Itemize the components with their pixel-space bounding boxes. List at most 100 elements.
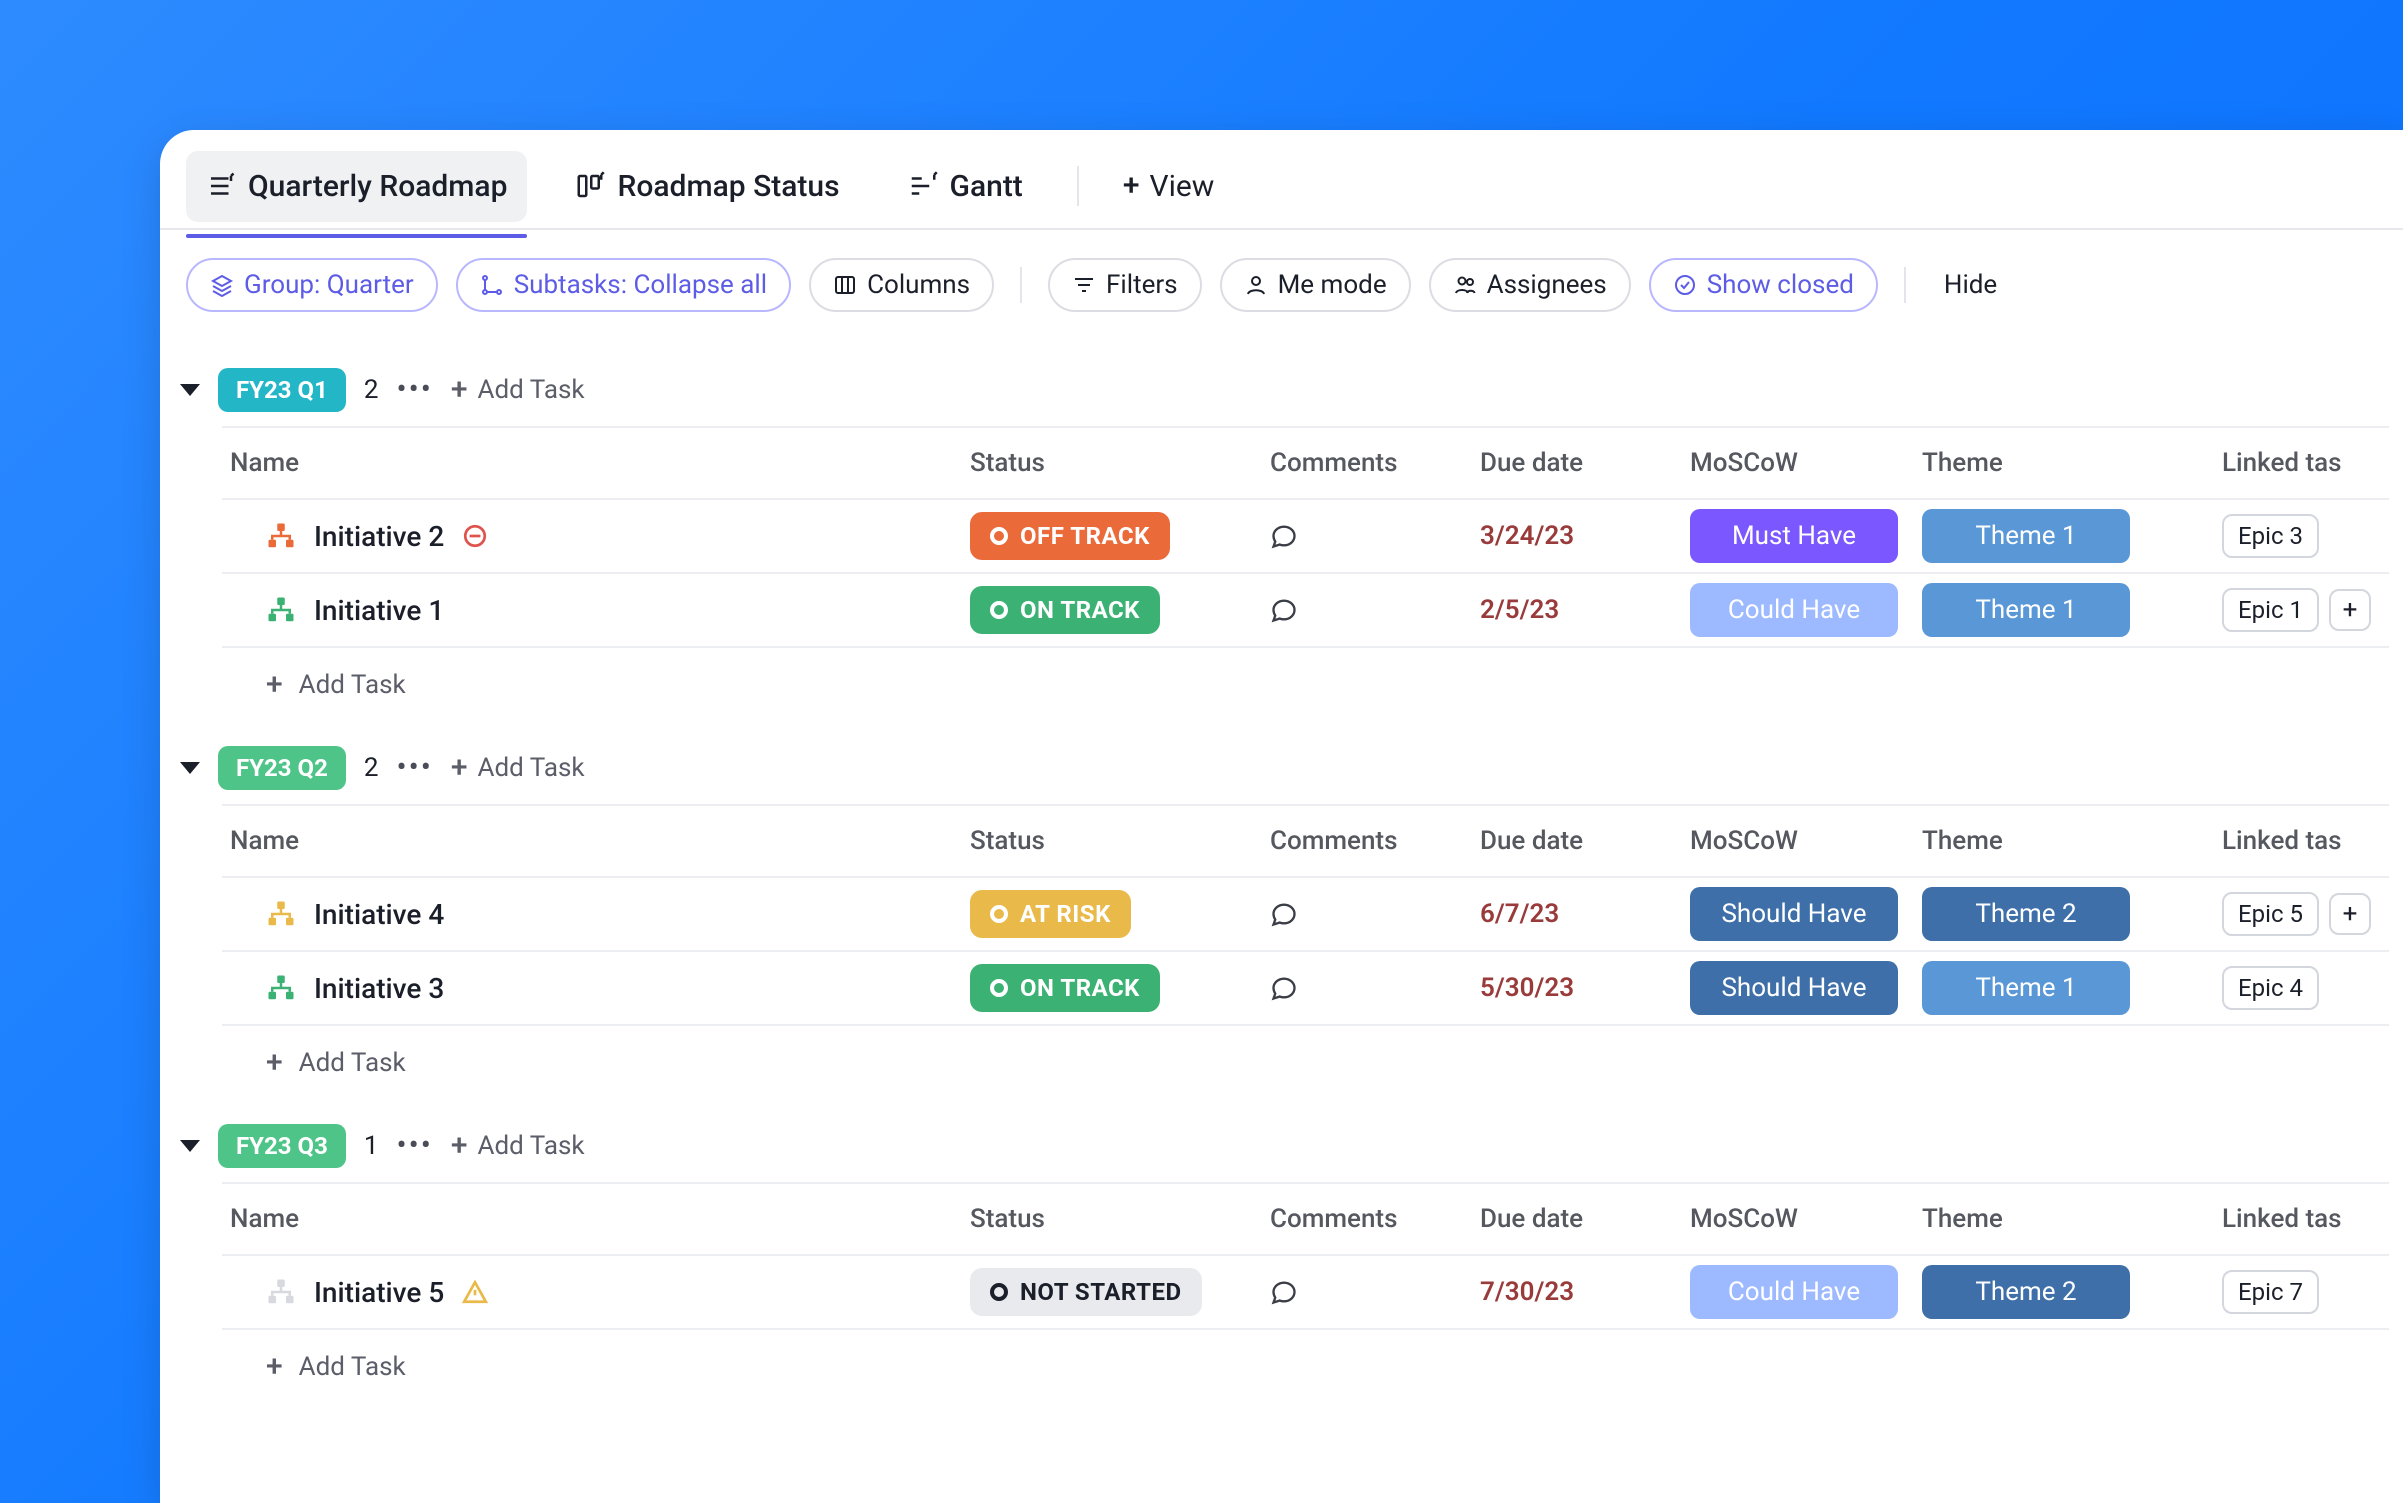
cell-moscow[interactable]: Should Have xyxy=(1682,883,1914,945)
cell-moscow[interactable]: Could Have xyxy=(1682,1261,1914,1323)
moscow-pill[interactable]: Could Have xyxy=(1690,583,1898,637)
cell-theme[interactable]: Theme 1 xyxy=(1914,957,2214,1019)
col-name[interactable]: Name xyxy=(222,1200,962,1238)
tab-roadmap-status[interactable]: Roadmap Status xyxy=(555,151,859,222)
cell-theme[interactable]: Theme 1 xyxy=(1914,579,2214,641)
cell-name[interactable]: Initiative 2 xyxy=(222,516,962,557)
table-row[interactable]: Initiative 5 NOT STARTED 7/30/23 Could H… xyxy=(222,1256,2389,1330)
cell-status[interactable]: AT RISK xyxy=(962,886,1262,942)
col-name[interactable]: Name xyxy=(222,822,962,860)
add-linked-button[interactable]: + xyxy=(2329,589,2371,631)
cell-comments[interactable] xyxy=(1262,970,1472,1006)
group-add-task-button[interactable]: + Add Task xyxy=(451,375,585,405)
cell-comments[interactable] xyxy=(1262,518,1472,554)
filters-chip[interactable]: Filters xyxy=(1048,258,1202,312)
collapse-caret-icon[interactable] xyxy=(180,762,200,774)
theme-pill[interactable]: Theme 1 xyxy=(1922,583,2130,637)
cell-linked[interactable]: Epic 1 + xyxy=(2214,584,2389,636)
table-row[interactable]: Initiative 3 ON TRACK 5/30/23 Should Hav… xyxy=(222,952,2389,1026)
linked-task-pill[interactable]: Epic 7 xyxy=(2222,1270,2319,1314)
table-row[interactable]: Initiative 4 AT RISK 6/7/23 Should Have … xyxy=(222,878,2389,952)
comment-icon[interactable] xyxy=(1270,522,1464,550)
hide-button[interactable]: Hide xyxy=(1932,260,2009,310)
col-status[interactable]: Status xyxy=(962,1200,1262,1238)
add-task-row[interactable]: + Add Task xyxy=(222,1330,2389,1404)
cell-comments[interactable] xyxy=(1262,592,1472,628)
cell-linked[interactable]: Epic 5 + xyxy=(2214,888,2389,940)
add-task-button[interactable]: + Add Task xyxy=(222,666,962,704)
col-linked[interactable]: Linked tas xyxy=(2214,822,2389,860)
status-pill[interactable]: NOT STARTED xyxy=(970,1268,1202,1316)
linked-task-pill[interactable]: Epic 1 xyxy=(2222,588,2319,632)
tab-gantt[interactable]: Gantt xyxy=(888,151,1043,222)
theme-pill[interactable]: Theme 1 xyxy=(1922,961,2130,1015)
cell-moscow[interactable]: Must Have xyxy=(1682,505,1914,567)
quarter-pill[interactable]: FY23 Q2 xyxy=(218,746,346,790)
group-more-button[interactable]: ••• xyxy=(396,375,432,405)
collapse-caret-icon[interactable] xyxy=(180,384,200,396)
cell-status[interactable]: NOT STARTED xyxy=(962,1264,1262,1320)
cell-due[interactable]: 2/5/23 xyxy=(1472,591,1682,629)
col-due[interactable]: Due date xyxy=(1472,444,1682,482)
col-theme[interactable]: Theme xyxy=(1914,444,2214,482)
group-more-button[interactable]: ••• xyxy=(396,753,432,783)
col-comments[interactable]: Comments xyxy=(1262,1200,1472,1238)
status-pill[interactable]: OFF TRACK xyxy=(970,512,1170,560)
add-view-button[interactable]: + View xyxy=(1113,151,1225,222)
cell-name[interactable]: Initiative 4 xyxy=(222,894,962,935)
col-status[interactable]: Status xyxy=(962,822,1262,860)
moscow-pill[interactable]: Could Have xyxy=(1690,1265,1898,1319)
cell-linked[interactable]: Epic 7 xyxy=(2214,1266,2389,1318)
status-pill[interactable]: ON TRACK xyxy=(970,964,1160,1012)
col-moscow[interactable]: MoSCoW xyxy=(1682,1200,1914,1238)
col-status[interactable]: Status xyxy=(962,444,1262,482)
group-add-task-button[interactable]: + Add Task xyxy=(451,1131,585,1161)
comment-icon[interactable] xyxy=(1270,974,1464,1002)
linked-task-pill[interactable]: Epic 5 xyxy=(2222,892,2319,936)
cell-name[interactable]: Initiative 3 xyxy=(222,968,962,1009)
add-task-row[interactable]: + Add Task xyxy=(222,648,2389,722)
group-chip[interactable]: Group: Quarter xyxy=(186,258,438,312)
table-row[interactable]: Initiative 1 ON TRACK 2/5/23 Could Have … xyxy=(222,574,2389,648)
cell-comments[interactable] xyxy=(1262,1274,1472,1310)
moscow-pill[interactable]: Should Have xyxy=(1690,887,1898,941)
theme-pill[interactable]: Theme 2 xyxy=(1922,887,2130,941)
cell-theme[interactable]: Theme 2 xyxy=(1914,1261,2214,1323)
cell-moscow[interactable]: Could Have xyxy=(1682,579,1914,641)
quarter-pill[interactable]: FY23 Q3 xyxy=(218,1124,346,1168)
col-theme[interactable]: Theme xyxy=(1914,822,2214,860)
cell-theme[interactable]: Theme 1 xyxy=(1914,505,2214,567)
cell-due[interactable]: 3/24/23 xyxy=(1472,517,1682,555)
theme-pill[interactable]: Theme 1 xyxy=(1922,509,2130,563)
comment-icon[interactable] xyxy=(1270,1278,1464,1306)
cell-linked[interactable]: Epic 4 xyxy=(2214,962,2389,1014)
theme-pill[interactable]: Theme 2 xyxy=(1922,1265,2130,1319)
col-due[interactable]: Due date xyxy=(1472,822,1682,860)
comment-icon[interactable] xyxy=(1270,596,1464,624)
cell-theme[interactable]: Theme 2 xyxy=(1914,883,2214,945)
col-moscow[interactable]: MoSCoW xyxy=(1682,822,1914,860)
linked-task-pill[interactable]: Epic 4 xyxy=(2222,966,2319,1010)
cell-linked[interactable]: Epic 3 xyxy=(2214,510,2389,562)
add-task-button[interactable]: + Add Task xyxy=(222,1348,962,1386)
add-task-row[interactable]: + Add Task xyxy=(222,1026,2389,1100)
subtasks-chip[interactable]: Subtasks: Collapse all xyxy=(456,258,791,312)
col-name[interactable]: Name xyxy=(222,444,962,482)
table-row[interactable]: Initiative 2 OFF TRACK 3/24/23 Must Have… xyxy=(222,500,2389,574)
cell-due[interactable]: 5/30/23 xyxy=(1472,969,1682,1007)
status-pill[interactable]: AT RISK xyxy=(970,890,1131,938)
status-pill[interactable]: ON TRACK xyxy=(970,586,1160,634)
cell-due[interactable]: 6/7/23 xyxy=(1472,895,1682,933)
moscow-pill[interactable]: Should Have xyxy=(1690,961,1898,1015)
quarter-pill[interactable]: FY23 Q1 xyxy=(218,368,346,412)
col-linked[interactable]: Linked tas xyxy=(2214,1200,2389,1238)
col-theme[interactable]: Theme xyxy=(1914,1200,2214,1238)
assignees-chip[interactable]: Assignees xyxy=(1429,258,1631,312)
col-moscow[interactable]: MoSCoW xyxy=(1682,444,1914,482)
col-comments[interactable]: Comments xyxy=(1262,444,1472,482)
columns-chip[interactable]: Columns xyxy=(809,258,994,312)
cell-name[interactable]: Initiative 1 xyxy=(222,590,962,631)
comment-icon[interactable] xyxy=(1270,900,1464,928)
group-add-task-button[interactable]: + Add Task xyxy=(451,753,585,783)
cell-comments[interactable] xyxy=(1262,896,1472,932)
